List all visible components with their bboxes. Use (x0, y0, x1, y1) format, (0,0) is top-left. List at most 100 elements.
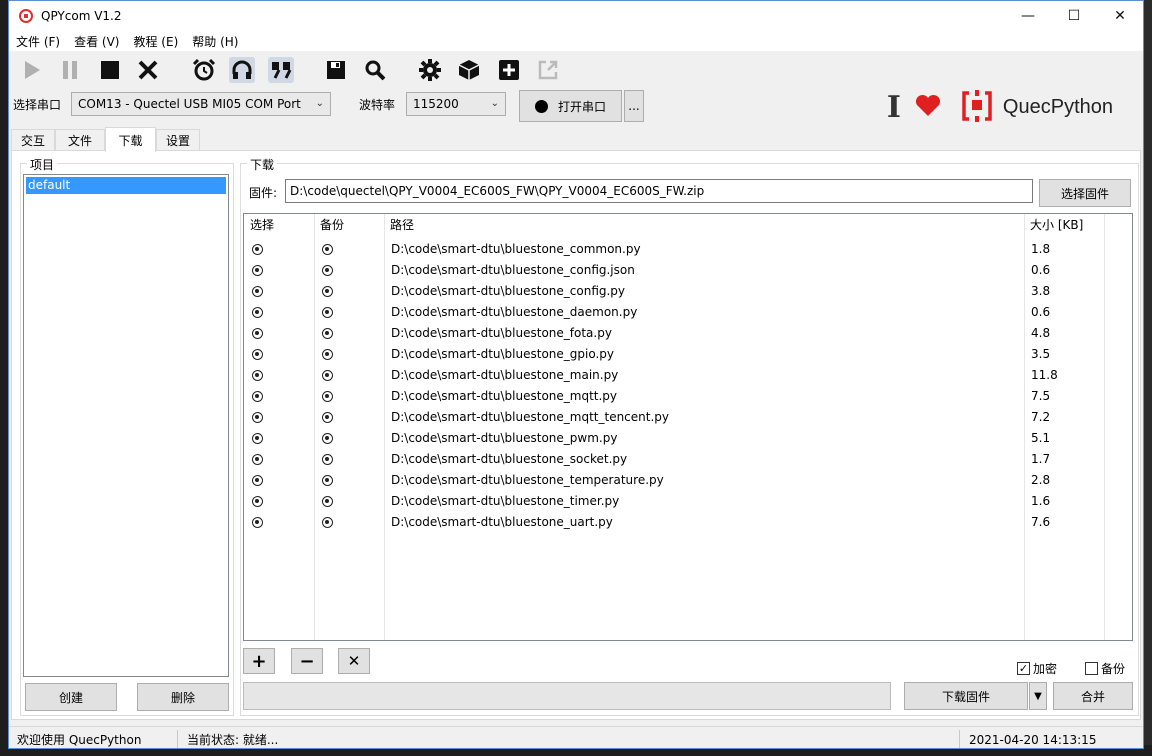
column-header-size[interactable]: 大小 [KB] (1024, 214, 1083, 236)
file-path-cell: D:\code\smart-dtu\bluestone_pwm.py (391, 431, 618, 445)
backup-radio[interactable] (322, 391, 333, 402)
create-project-button[interactable]: 创建 (25, 683, 117, 711)
add-file-button[interactable]: + (243, 648, 275, 674)
port-select[interactable]: COM13 - Quectel USB MI05 COM Port ⌄ (71, 92, 331, 116)
menu-help[interactable]: 帮助 (H) (185, 33, 245, 50)
table-row[interactable]: D:\code\smart-dtu\bluestone_main.py 11.8 (244, 365, 1132, 386)
open-port-button[interactable]: 打开串口 (519, 90, 622, 122)
select-radio[interactable] (252, 328, 263, 339)
column-header-path[interactable]: 路径 (384, 214, 414, 236)
table-row[interactable]: D:\code\smart-dtu\bluestone_config.json 0… (244, 260, 1132, 281)
backup-radio[interactable] (322, 454, 333, 465)
select-radio[interactable] (252, 496, 263, 507)
status-bar: 欢迎使用 QuecPython 当前状态: 就绪... 2021-04-20 1… (9, 726, 1143, 748)
table-row[interactable]: D:\code\smart-dtu\bluestone_fota.py 4.8 (244, 323, 1132, 344)
select-radio[interactable] (252, 307, 263, 318)
encrypt-checkbox[interactable]: ✓ 加密 (1017, 660, 1057, 677)
table-row[interactable]: D:\code\smart-dtu\bluestone_config.py 3.8 (244, 281, 1132, 302)
save-icon[interactable] (323, 57, 349, 83)
tab-download[interactable]: 下载 (105, 127, 156, 152)
file-path-cell: D:\code\smart-dtu\bluestone_mqtt_tencent… (391, 410, 670, 424)
stop-icon[interactable] (97, 57, 123, 83)
table-row[interactable]: D:\code\smart-dtu\bluestone_daemon.py 0.6 (244, 302, 1132, 323)
table-row[interactable]: D:\code\smart-dtu\bluestone_gpio.py 3.5 (244, 344, 1132, 365)
close-window-button[interactable]: ✕ (1097, 1, 1143, 31)
pause-icon[interactable] (57, 57, 83, 83)
quote-icon[interactable] (268, 57, 294, 83)
backup-radio[interactable] (322, 328, 333, 339)
gear-icon[interactable] (417, 57, 443, 83)
port-select-value: COM13 - Quectel USB MI05 COM Port (78, 97, 301, 111)
select-radio[interactable] (252, 433, 263, 444)
table-row[interactable]: D:\code\smart-dtu\bluestone_mqtt.py 7.5 (244, 386, 1132, 407)
clear-files-button[interactable]: ✕ (338, 648, 370, 674)
table-row[interactable]: D:\code\smart-dtu\bluestone_timer.py 1.6 (244, 491, 1132, 512)
select-radio[interactable] (252, 454, 263, 465)
select-radio[interactable] (252, 286, 263, 297)
firmware-path-input[interactable]: D:\code\quectel\QPY_V0004_EC600S_FW\QPY_… (285, 179, 1033, 203)
export-icon[interactable] (535, 57, 561, 83)
quecpython-logo-icon (959, 88, 995, 127)
add-icon[interactable] (496, 57, 522, 83)
backup-checkbox[interactable]: 备份 (1085, 660, 1125, 677)
menu-tutorial[interactable]: 教程 (E) (126, 33, 185, 50)
backup-radio[interactable] (322, 265, 333, 276)
firmware-path-value: D:\code\quectel\QPY_V0004_EC600S_FW\QPY_… (290, 184, 705, 198)
file-size-cell: 2.8 (1031, 473, 1051, 487)
select-firmware-button[interactable]: 选择固件 (1039, 179, 1131, 207)
baud-select[interactable]: 115200 ⌄ (406, 92, 506, 116)
close-icon[interactable] (135, 57, 161, 83)
backup-radio[interactable] (322, 412, 333, 423)
tab-interact[interactable]: 交互 (11, 129, 55, 151)
select-radio[interactable] (252, 475, 263, 486)
column-header-select[interactable]: 选择 (244, 214, 274, 236)
select-radio[interactable] (252, 391, 263, 402)
alarm-clock-icon[interactable] (191, 57, 217, 83)
minimize-button[interactable]: — (1005, 1, 1051, 31)
file-size-cell: 1.7 (1031, 452, 1051, 466)
headset-icon[interactable] (229, 57, 255, 83)
table-row[interactable]: D:\code\smart-dtu\bluestone_mqtt_tencent… (244, 407, 1132, 428)
play-icon[interactable] (19, 57, 45, 83)
backup-radio[interactable] (322, 286, 333, 297)
menu-file[interactable]: 文件 (F) (9, 33, 67, 50)
backup-radio[interactable] (322, 475, 333, 486)
table-row[interactable]: D:\code\smart-dtu\bluestone_temperature.… (244, 470, 1132, 491)
delete-project-button[interactable]: 删除 (137, 683, 229, 711)
download-firmware-button[interactable]: 下载固件 (904, 682, 1028, 710)
triangle-down-icon: ▼ (1034, 690, 1042, 702)
select-radio[interactable] (252, 349, 263, 360)
backup-radio[interactable] (322, 496, 333, 507)
more-options-button[interactable]: ... (624, 90, 644, 122)
backup-label: 备份 (1101, 662, 1126, 676)
search-icon[interactable] (362, 57, 388, 83)
select-radio[interactable] (252, 517, 263, 528)
backup-radio[interactable] (322, 433, 333, 444)
backup-radio[interactable] (322, 370, 333, 381)
select-radio[interactable] (252, 370, 263, 381)
backup-radio[interactable] (322, 244, 333, 255)
remove-file-button[interactable]: − (291, 648, 323, 674)
backup-radio[interactable] (322, 307, 333, 318)
select-radio[interactable] (252, 265, 263, 276)
project-list[interactable]: default (23, 174, 229, 677)
merge-button[interactable]: 合并 (1053, 682, 1133, 710)
download-options-dropdown[interactable]: ▼ (1029, 682, 1047, 710)
table-row[interactable]: D:\code\smart-dtu\bluestone_socket.py 1.7 (244, 449, 1132, 470)
tab-files[interactable]: 文件 (55, 129, 105, 151)
list-item[interactable]: default (26, 177, 226, 194)
file-size-cell: 3.5 (1031, 347, 1051, 361)
select-radio[interactable] (252, 412, 263, 423)
select-radio[interactable] (252, 244, 263, 255)
tab-settings[interactable]: 设置 (156, 129, 200, 151)
table-row[interactable]: D:\code\smart-dtu\bluestone_common.py 1.8 (244, 239, 1132, 260)
table-row[interactable]: D:\code\smart-dtu\bluestone_uart.py 7.6 (244, 512, 1132, 533)
backup-radio[interactable] (322, 349, 333, 360)
box-icon[interactable] (456, 57, 482, 83)
column-header-backup[interactable]: 备份 (314, 214, 344, 236)
maximize-button[interactable]: ☐ (1051, 1, 1097, 31)
table-row[interactable]: D:\code\smart-dtu\bluestone_pwm.py 5.1 (244, 428, 1132, 449)
menu-view[interactable]: 查看 (V) (67, 33, 126, 50)
download-tab-pane: 项目 default 创建 删除 下载 固件: D:\code\quectel\… (11, 150, 1141, 720)
backup-radio[interactable] (322, 517, 333, 528)
